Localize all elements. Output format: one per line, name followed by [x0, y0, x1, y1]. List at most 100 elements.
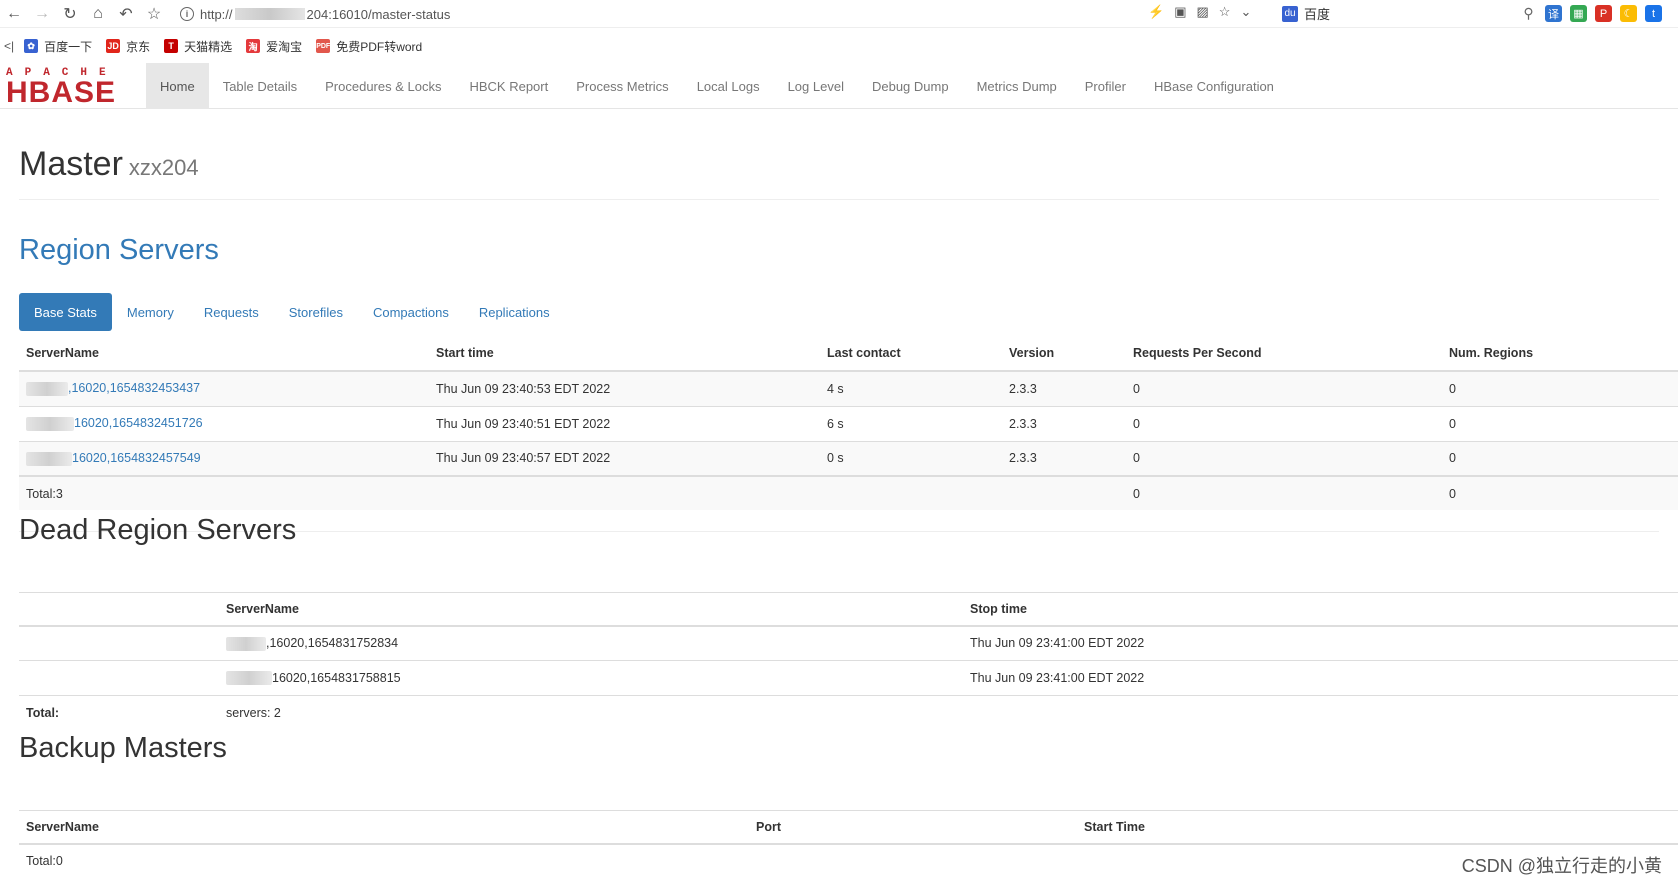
total-label: Total:	[19, 695, 219, 731]
tab-compactions[interactable]: Compactions	[358, 293, 464, 331]
empty-cell	[749, 844, 1077, 878]
tab-base-stats[interactable]: Base Stats	[19, 293, 112, 331]
total-rps: 0	[1126, 475, 1442, 510]
nav-debug-dump[interactable]: Debug Dump	[858, 63, 963, 109]
hbase-navbar: APACHE HBASE Home Table Details Procedur…	[0, 63, 1678, 109]
hbase-logo[interactable]: APACHE HBASE	[6, 67, 134, 109]
bookmark-tmall[interactable]: T 天猫精选	[164, 38, 232, 55]
server-link[interactable]: 16020,1654832451726	[74, 416, 203, 430]
regions-cell: 0	[1442, 440, 1678, 476]
col-version[interactable]: Version	[1002, 335, 1126, 372]
server-link[interactable]: 16020,1654832457549	[72, 451, 201, 465]
page-title: Master xzx204	[19, 144, 1659, 188]
server-name-cell: ,16020,1654832453437	[19, 370, 429, 406]
screenshot-icon[interactable]: ▣	[1174, 4, 1186, 20]
home-icon[interactable]: ⌂	[84, 0, 112, 28]
translate-icon[interactable]: ▨	[1196, 4, 1208, 20]
master-hostname: xzx204	[128, 155, 199, 180]
region-servers-title[interactable]: Region Servers	[19, 234, 219, 267]
forward-icon[interactable]: →	[28, 0, 56, 28]
start-time-cell: Thu Jun 09 23:40:51 EDT 2022	[429, 405, 820, 441]
col-servername[interactable]: ServerName	[19, 335, 429, 372]
favorite-icon[interactable]: ☆	[1219, 4, 1231, 20]
jd-icon: JD	[106, 39, 121, 53]
tab-replications[interactable]: Replications	[464, 293, 565, 331]
rps-cell: 0	[1126, 405, 1442, 441]
url-suffix: 204:16010/master-status	[306, 6, 451, 22]
start-time-cell: Thu Jun 09 23:40:57 EDT 2022	[429, 440, 820, 476]
col-num-regions[interactable]: Num. Regions	[1442, 335, 1678, 372]
total-value: servers: 2	[219, 695, 963, 731]
translate-ext-icon[interactable]: 译	[1545, 5, 1562, 22]
search-engine-box[interactable]: du 百度	[1282, 4, 1330, 23]
server-link[interactable]: ,16020,1654832453437	[68, 381, 200, 395]
empty-cell	[19, 625, 219, 661]
redacted-host	[226, 636, 266, 651]
star-icon[interactable]: ☆	[140, 0, 168, 28]
logo-hbase-text: HBASE	[6, 76, 117, 109]
col-start-time[interactable]: Start time	[429, 335, 820, 372]
bookmark-taobao[interactable]: 淘爱淘宝	[246, 38, 302, 55]
version-cell: 2.3.3	[1002, 405, 1126, 441]
paw-icon: ✿	[24, 39, 39, 53]
nav-procedures-locks[interactable]: Procedures & Locks	[311, 63, 455, 109]
info-icon[interactable]: i	[180, 7, 194, 21]
col-requests-per-second[interactable]: Requests Per Second	[1126, 335, 1442, 372]
url-tools: ⚡ ▣ ▨ ☆ ⌄	[1148, 4, 1251, 20]
nav-metrics-dump[interactable]: Metrics Dump	[963, 63, 1071, 109]
undo-icon[interactable]: ↶	[112, 0, 140, 28]
moon-icon[interactable]: ☾	[1620, 5, 1637, 22]
bookmark-baidu[interactable]: ✿ 百度一下	[24, 38, 92, 55]
apps-icon[interactable]: ▦	[1570, 5, 1587, 22]
nav-local-logs[interactable]: Local Logs	[683, 63, 774, 109]
col-start-time: Start Time	[1077, 810, 1678, 845]
extension-icon[interactable]: t	[1645, 5, 1662, 22]
bookmark-pdf[interactable]: PDF 免费PDF转word	[316, 38, 422, 55]
bookmark-label: 爱淘宝	[266, 39, 303, 54]
dead-region-servers-title: Dead Region Servers	[19, 514, 297, 546]
total-label: Total:3	[19, 475, 429, 510]
search-icon[interactable]: ⚲	[1520, 5, 1537, 22]
tab-memory[interactable]: Memory	[112, 293, 189, 331]
taobao-icon: 淘	[246, 39, 261, 53]
bookmarks-toggle-icon[interactable]: <|	[4, 39, 14, 53]
table-header-row: ServerName Stop time	[19, 592, 1678, 627]
address-bar[interactable]: i http:// 204:16010/master-status	[180, 3, 1260, 25]
bookmark-jd[interactable]: JD 京东	[106, 38, 150, 55]
server-name-cell: 16020,1654832457549	[19, 440, 429, 476]
regions-cell: 0	[1442, 370, 1678, 406]
empty-cell	[963, 695, 1678, 731]
nav-hbase-configuration[interactable]: HBase Configuration	[1140, 63, 1288, 109]
total-regions: 0	[1442, 475, 1678, 510]
url-prefix: http://	[200, 6, 233, 22]
lightning-icon[interactable]: ⚡	[1148, 4, 1164, 20]
chevron-down-icon[interactable]: ⌄	[1240, 4, 1251, 20]
nav-profiler[interactable]: Profiler	[1071, 63, 1140, 109]
server-name-cell: ,16020,1654831752834	[219, 625, 963, 661]
col-stop-time: Stop time	[963, 592, 1678, 627]
start-time-cell: Thu Jun 09 23:40:53 EDT 2022	[429, 370, 820, 406]
empty-cell	[820, 475, 1002, 510]
empty-cell	[1002, 475, 1126, 510]
region-servers-table: ServerName Start time Last contact Versi…	[19, 335, 1678, 510]
back-icon[interactable]: ←	[0, 0, 28, 28]
nav-log-level[interactable]: Log Level	[774, 63, 858, 109]
table-row: 16020,1654832451726 Thu Jun 09 23:40:51 …	[19, 405, 1678, 441]
bookmark-label: 免费PDF转word	[336, 39, 423, 54]
url-redacted	[234, 8, 305, 20]
bookmark-label: 百度一下	[44, 39, 93, 54]
col-last-contact[interactable]: Last contact	[820, 335, 1002, 372]
tab-storefiles[interactable]: Storefiles	[274, 293, 358, 331]
bookmark-label: 京东	[126, 39, 151, 54]
reload-icon[interactable]: ↻	[56, 0, 84, 28]
dead-region-servers-table: ServerName Stop time ,16020,165483175283…	[19, 592, 1678, 731]
pdf-ext-icon[interactable]: P	[1595, 5, 1612, 22]
tab-requests[interactable]: Requests	[189, 293, 274, 331]
nav-table-details[interactable]: Table Details	[209, 63, 311, 109]
nav-home[interactable]: Home	[146, 63, 209, 109]
nav-hbck-report[interactable]: HBCK Report	[455, 63, 562, 109]
stop-time-cell: Thu Jun 09 23:41:00 EDT 2022	[963, 660, 1678, 696]
empty-cell	[429, 475, 820, 510]
total-row: Total:3 0 0	[19, 475, 1678, 510]
nav-process-metrics[interactable]: Process Metrics	[562, 63, 682, 109]
